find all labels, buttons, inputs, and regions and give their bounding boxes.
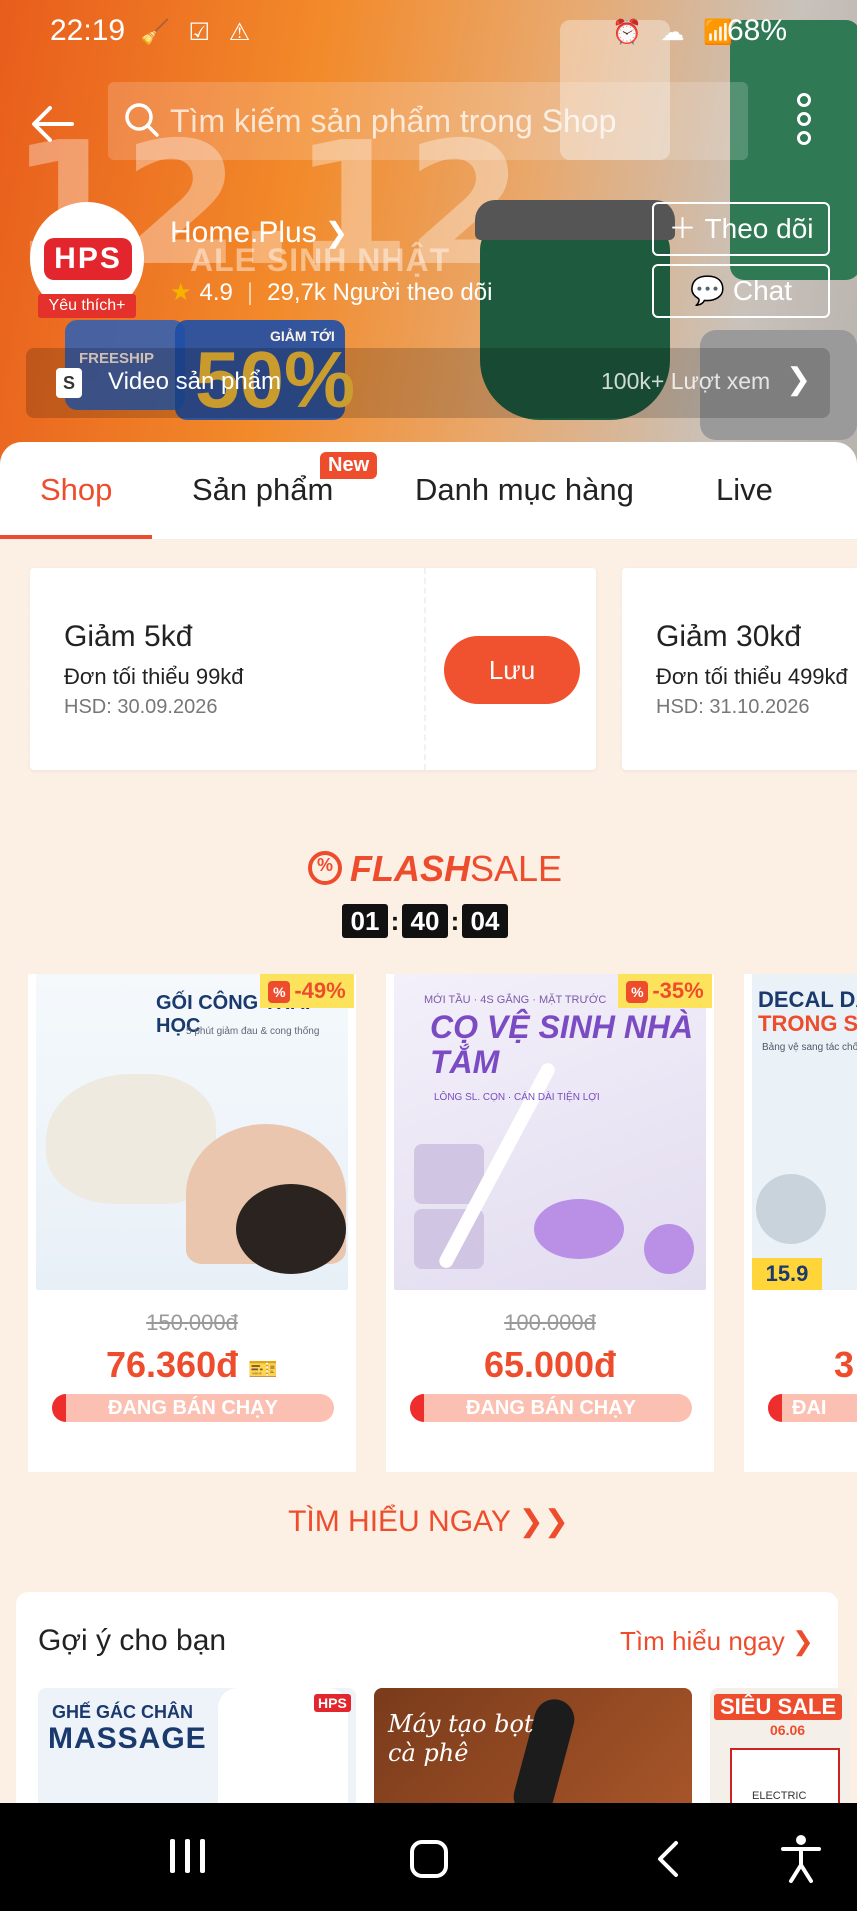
flash-sale-product-card[interactable]: DECAL DÁTRONG S Bảng vệ sang tác chố 15.… — [744, 974, 857, 1472]
voucher-min-order: Đơn tối thiểu 499kđ — [656, 664, 848, 689]
original-price: 100.000đ — [504, 1310, 596, 1335]
countdown-minutes: 40 — [402, 904, 448, 938]
discount-tag: % -35% — [618, 974, 712, 1008]
learn-more-link[interactable]: TÌM HIỂU NGAY ❯❯ — [0, 1504, 857, 1539]
suggestions-title: Gợi ý cho bạn — [38, 1624, 227, 1657]
home-icon[interactable] — [384, 1803, 474, 1911]
product-image: MỚI TẦU · 4S GẮNG · MẶT TRƯỚC CỌ VỆ SINH… — [394, 974, 706, 1290]
discount-tag: % -49% — [260, 974, 354, 1008]
back-icon[interactable] — [623, 1803, 713, 1911]
chat-button[interactable]: 💬 Chat — [652, 264, 830, 318]
flash-sale-title: FLASHSALE — [308, 848, 562, 890]
status-bar: 22:19 🧹 ☑ ⚠ ⏰ ☁ 📶 68% — [0, 0, 857, 66]
product-image: DECAL DÁTRONG S Bảng vệ sang tác chố 15.… — [752, 974, 857, 1290]
status-time: 22:19 — [50, 14, 126, 47]
sale-price: 76.360đ 🎫 — [105, 1344, 278, 1385]
follow-button[interactable]: ＋ Theo dõi — [652, 202, 830, 256]
flash-sale-countdown: 01:40:04 — [342, 904, 508, 938]
accessibility-icon[interactable] — [756, 1803, 846, 1911]
suggestions-more-link[interactable]: Tìm hiểu ngay ❯ — [620, 1626, 814, 1657]
rating-value: 4.9 — [199, 279, 233, 306]
favorite-plus-badge: Yêu thích+ — [38, 294, 136, 318]
selling-status-bar: ĐANG BÁN CHẠY — [52, 1394, 334, 1422]
follower-count: 29,7k Người theo dõi — [267, 279, 493, 306]
chat-bubble-icon: 💬 — [689, 275, 725, 306]
chevron-right-icon: ❯ — [786, 363, 812, 396]
tab-live[interactable]: Live — [716, 472, 773, 508]
product-video-row[interactable]: S Video sản phẩm 100k+ Lượt xem ❯ — [26, 348, 830, 418]
tab-products[interactable]: Sản phẩm — [192, 472, 333, 508]
tab-categories[interactable]: Danh mục hàng — [415, 472, 634, 508]
recent-apps-icon[interactable] — [142, 1803, 232, 1911]
countdown-seconds: 04 — [462, 904, 508, 938]
shop-name[interactable]: Home.Plus ❯ — [170, 216, 348, 250]
voucher-title: Giảm 5kđ — [64, 620, 193, 653]
shop-tabs: Shop Sản phẩm New Danh mục hàng Live — [0, 442, 857, 540]
percent-icon: % — [268, 981, 291, 1003]
system-navigation-bar — [0, 1803, 857, 1911]
selling-status-bar: ĐAI — [768, 1394, 857, 1422]
flash-clock-icon — [308, 851, 342, 885]
save-voucher-button[interactable]: Lưu — [444, 636, 580, 704]
new-badge: New — [320, 452, 378, 479]
video-views: 100k+ Lượt xem — [601, 368, 771, 394]
voucher-min-order: Đơn tối thiểu 99kđ — [64, 664, 244, 689]
video-label: Video sản phẩm — [108, 368, 282, 395]
sale-price: 65.000đ — [483, 1344, 617, 1385]
active-tab-indicator — [0, 535, 152, 539]
shop-search-bar[interactable] — [108, 82, 748, 160]
voucher-ticket-icon: 🎫 — [248, 1356, 278, 1383]
system-icons: ⏰ ☁ 📶 — [612, 19, 740, 46]
sale-price: 3 — [833, 1344, 854, 1385]
shop-rating-row: ★ 4.9 | 29,7k Người theo dõi — [170, 279, 493, 306]
selling-status-bar: ĐANG BÁN CHẠY — [410, 1394, 692, 1422]
countdown-hours: 01 — [342, 904, 388, 938]
product-image: GỐI CÔNG THÁI HỌC 5 phút giảm đau & cong… — [36, 974, 348, 1290]
battery-level: 68% — [727, 14, 788, 47]
voucher-card: Giảm 30kđ Đơn tối thiểu 499kđ HSD: 31.10… — [616, 568, 857, 770]
chevron-right-icon: ❯ — [324, 217, 349, 248]
back-arrow-icon[interactable] — [26, 96, 82, 152]
star-icon: ★ — [170, 279, 192, 306]
video-icon: S — [56, 368, 82, 398]
shop-logo: HPS — [44, 238, 132, 280]
voucher-expiry: HSD: 30.09.2026 — [64, 696, 218, 718]
voucher-expiry: HSD: 31.10.2026 — [656, 696, 810, 718]
chevron-right-icon: ❯ — [791, 1626, 814, 1656]
voucher-title: Giảm 30kđ — [656, 620, 802, 653]
more-options-icon[interactable] — [790, 90, 818, 150]
search-icon — [125, 103, 159, 137]
notification-icons: 🧹 ☑ ⚠ — [140, 19, 257, 46]
tab-shop[interactable]: Shop — [40, 472, 112, 508]
voucher-card: Giảm 5kđ Đơn tối thiểu 99kđ HSD: 30.09.2… — [24, 568, 596, 770]
original-price: 150.000đ — [146, 1310, 238, 1335]
percent-icon: % — [626, 981, 649, 1003]
search-input[interactable] — [170, 82, 730, 160]
flash-sale-product-card[interactable]: GỐI CÔNG THÁI HỌC 5 phút giảm đau & cong… — [28, 974, 356, 1472]
plus-icon: ＋ — [668, 213, 697, 244]
flash-sale-product-card[interactable]: MỚI TẦU · 4S GẮNG · MẶT TRƯỚC CỌ VỆ SINH… — [386, 974, 714, 1472]
